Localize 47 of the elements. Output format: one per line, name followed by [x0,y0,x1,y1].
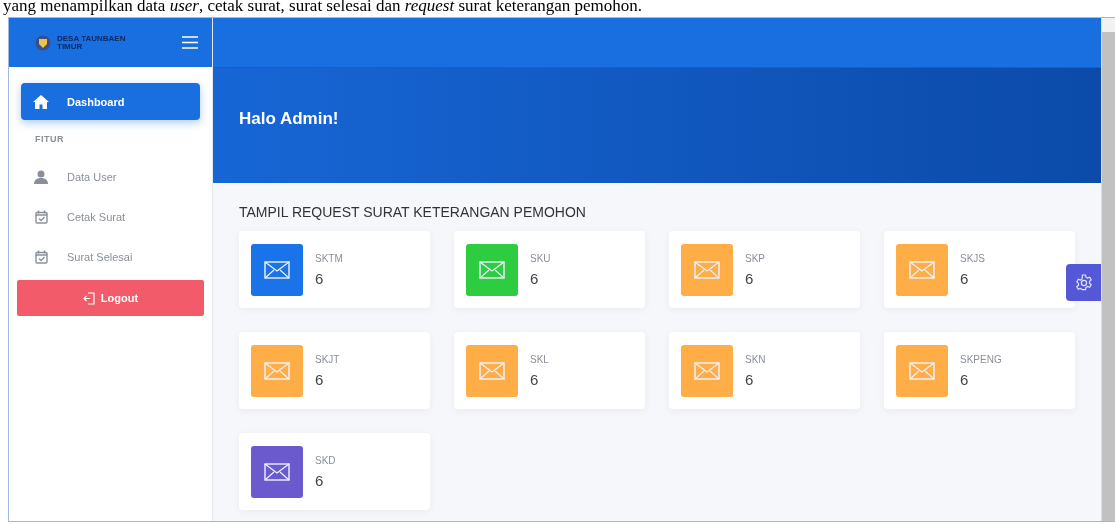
sidebar-item[interactable]: Dashboard [21,83,200,120]
settings-button[interactable] [1066,264,1102,301]
logout-button[interactable]: Logout [17,280,204,316]
envelope-icon [909,260,935,279]
letter-type: SKPENG [960,353,1002,365]
logout-icon [82,291,95,305]
envelope-icon [264,462,290,481]
envelope-icon [479,260,505,279]
home-icon [33,94,49,109]
request-count: 6 [530,269,540,287]
envelope-icon [694,260,720,279]
greeting-text: Halo Admin! [239,108,339,129]
request-count: 6 [745,370,755,388]
brand-name: DESA TAUNBAEN TIMUR [57,34,127,51]
request-count: 6 [745,269,755,287]
menu-heading: FITUR [34,133,65,146]
document-caption: yang menampilkan data user, cetak surat, surat selesai dan request surat keterangan pemohon. [2,0,644,17]
request-count: 6 [530,370,540,388]
letter-type: SKJS [960,252,985,264]
sidebar-item[interactable]: Surat Selesai [21,238,200,275]
sidebar-item[interactable]: Data User [21,158,200,195]
request-count: 6 [960,370,970,388]
request-count: 6 [315,370,325,388]
letter-type: SKTM [315,252,343,264]
request-count: 6 [960,269,970,287]
user-icon [34,169,48,184]
menu-icon[interactable] [182,36,198,49]
scrollbar[interactable] [1101,18,1115,521]
letter-type: SKD [315,454,336,466]
envelope-icon [264,361,290,380]
letter-type: SKN [745,353,766,365]
letter-type: SKJT [315,353,340,365]
settings-icon [1075,273,1093,292]
envelope-icon [694,361,720,380]
letter-type: SKP [745,252,765,264]
logo-icon [35,34,51,51]
calendar-check-icon [34,249,48,264]
letter-type: SKL [530,353,549,365]
envelope-icon [909,361,935,380]
letter-type: SKU [530,252,551,264]
sidebar-item[interactable]: Cetak Surat [21,198,200,235]
calendar-check-icon [34,209,48,224]
envelope-icon [479,361,505,380]
request-count: 6 [315,471,325,489]
section-title: TAMPIL REQUEST SURAT KETERANGAN PEMOHON [238,203,587,219]
envelope-icon [264,260,290,279]
request-count: 6 [315,269,325,287]
